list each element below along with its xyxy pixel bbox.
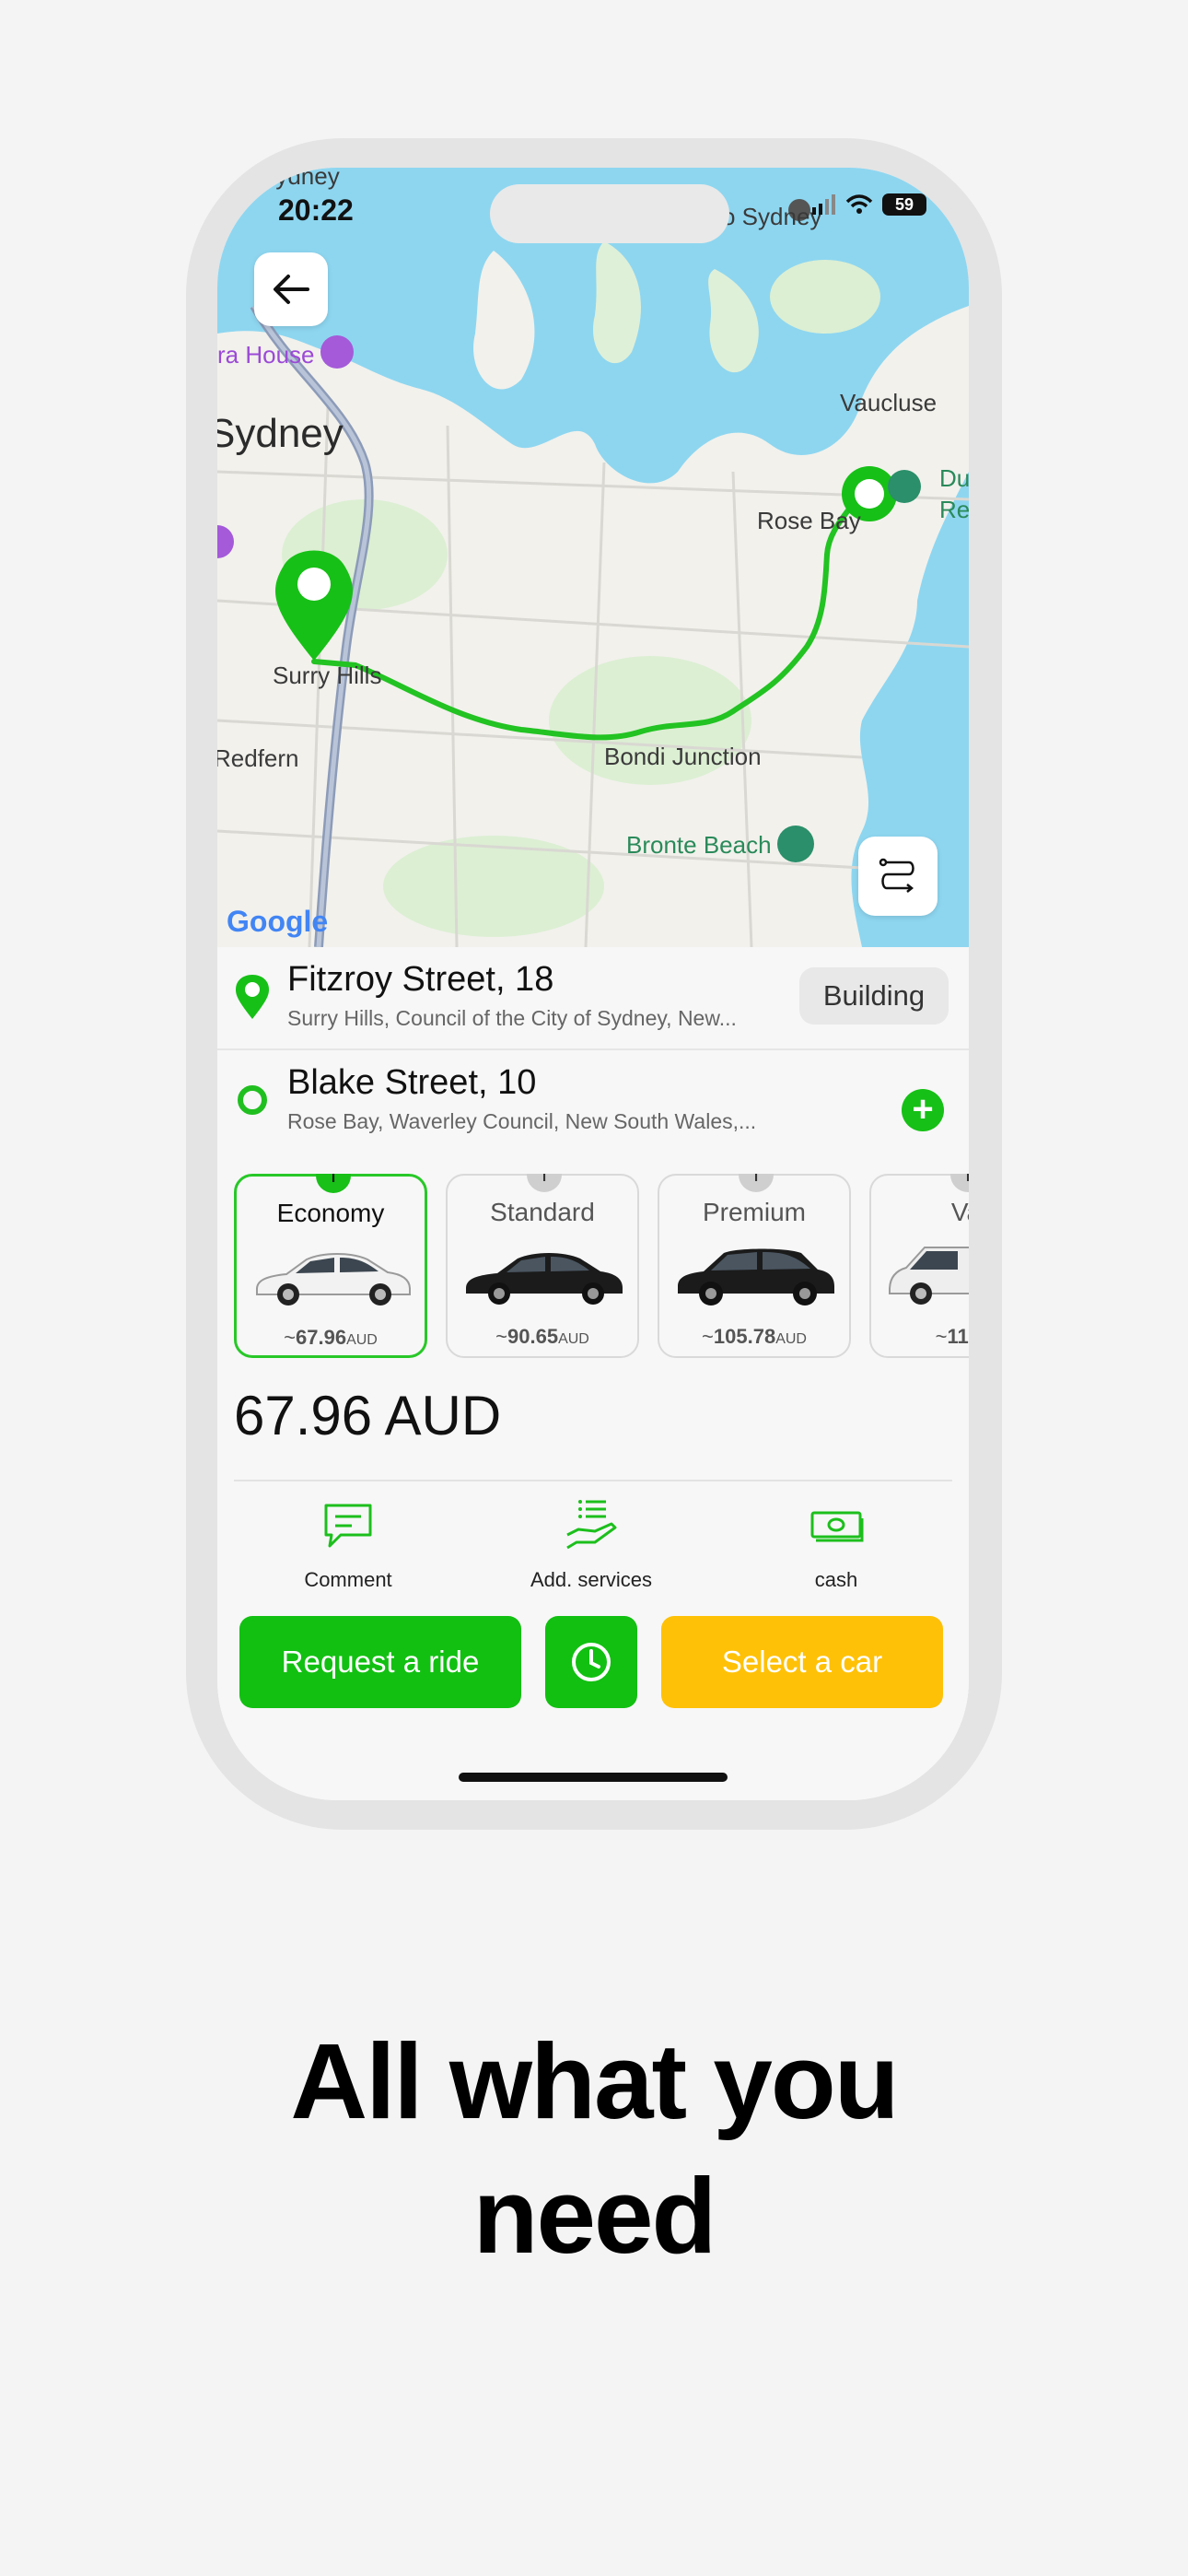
route-button[interactable]	[858, 837, 938, 916]
info-icon[interactable]: i	[527, 1174, 562, 1192]
headline-line-1: All what you	[290, 2021, 899, 2141]
info-icon[interactable]: i	[950, 1174, 969, 1192]
destination-address-title: Blake Street, 10	[287, 1063, 537, 1102]
car-name: Premium	[702, 1198, 806, 1226]
comment-label: Comment	[304, 1568, 392, 1591]
map-label-bronte-beach: Bronte Beach	[626, 831, 772, 859]
additional-services-label: Add. services	[530, 1568, 653, 1591]
app-screen: Sydney ra House Sydney Surry Hills Redfe…	[217, 168, 969, 1800]
headline-line-2: need	[472, 2156, 717, 2276]
services-hand-icon	[566, 1500, 617, 1550]
map-label-sydney-top: Sydney	[260, 168, 340, 190]
car-name: Va	[950, 1198, 969, 1226]
map-label-surry-hills: Surry Hills	[273, 662, 382, 689]
building-button[interactable]: Building	[799, 967, 949, 1025]
dynamic-island	[490, 184, 729, 243]
white-van-icon	[889, 1247, 969, 1305]
car-price: ~90.65AUD	[495, 1325, 589, 1348]
map-label-vaucluse: Vaucluse	[840, 389, 938, 416]
map-label-sydney: Sydney	[217, 411, 344, 456]
battery-icon: 59	[882, 193, 926, 216]
map-label-top-right: o Sydney	[722, 203, 822, 230]
clock-icon	[572, 1643, 611, 1681]
map-label-bondi-junction: Bondi Junction	[604, 743, 762, 770]
select-car-button[interactable]: Select a car	[661, 1616, 943, 1708]
map-graphic	[217, 168, 969, 947]
pickup-pin-icon	[236, 975, 269, 1019]
payment-label: cash	[814, 1568, 858, 1591]
destination-ring-icon	[238, 1085, 267, 1115]
car-name: Economy	[276, 1199, 385, 1227]
map-label-rose-bay: Rose Bay	[757, 507, 861, 534]
car-price: ~67.96AUD	[284, 1326, 378, 1349]
wifi-icon	[845, 194, 873, 214]
pickup-address-title: Fitzroy Street, 18	[287, 960, 554, 999]
info-icon[interactable]: i	[316, 1174, 351, 1193]
pickup-address-row[interactable]: Fitzroy Street, 18 Surry Hills, Council …	[217, 947, 969, 1048]
cash-icon	[810, 1511, 864, 1542]
signal-icon	[812, 194, 835, 215]
map-label-re: Re	[939, 496, 969, 523]
additional-services-option[interactable]: Add. services	[499, 1498, 683, 1599]
destination-address-row[interactable]: Blake Street, 10 Rose Bay, Waverley Coun…	[217, 1048, 969, 1150]
map-label-opera-house: ra House	[217, 341, 315, 369]
pickup-address-subtitle: Surry Hills, Council of the City of Sydn…	[287, 1006, 737, 1030]
destination-address-subtitle: Rose Bay, Waverley Council, New South Wa…	[287, 1109, 757, 1133]
car-card-economy[interactable]: i Economy ~67.96AUD	[234, 1174, 427, 1358]
black-suv-icon	[678, 1248, 834, 1306]
comment-icon	[324, 1504, 372, 1548]
home-indicator[interactable]	[459, 1773, 728, 1782]
payment-option[interactable]: cash	[744, 1498, 928, 1599]
map-view[interactable]: Sydney ra House Sydney Surry Hills Redfe…	[217, 168, 969, 947]
car-price: ~110.7	[935, 1325, 969, 1348]
route-icon	[879, 858, 914, 893]
status-icons: 59	[812, 193, 926, 216]
car-card-standard[interactable]: i Standard ~90.65AUD	[446, 1174, 639, 1358]
comment-option[interactable]: Comment	[256, 1498, 440, 1599]
schedule-button[interactable]	[545, 1616, 637, 1708]
divider	[234, 1480, 952, 1481]
google-logo-text: Google	[227, 905, 329, 938]
map-label-du: Du	[939, 464, 969, 492]
google-logo: Google	[227, 905, 328, 939]
promo-headline: All what you need	[0, 2014, 1188, 2283]
map-label-redfern: Redfern	[217, 744, 299, 772]
add-stop-button[interactable]: +	[902, 1089, 944, 1131]
black-sedan-icon	[466, 1253, 623, 1305]
back-button[interactable]	[254, 252, 328, 326]
white-sedan-icon	[256, 1253, 411, 1306]
total-price: 67.96 AUD	[234, 1385, 502, 1446]
car-class-list[interactable]: i Economy ~67.96AUD i Standard ~90.65AUD…	[234, 1174, 969, 1358]
car-card-premium[interactable]: i Premium ~105.78AUD	[658, 1174, 851, 1358]
arrow-left-icon	[274, 275, 309, 304]
car-name: Standard	[490, 1198, 595, 1226]
car-card-van[interactable]: i Va ~110.7	[869, 1174, 969, 1358]
request-ride-button[interactable]: Request a ride	[239, 1616, 521, 1708]
bottom-sheet: Fitzroy Street, 18 Surry Hills, Council …	[217, 947, 969, 1800]
car-price: ~105.78AUD	[702, 1325, 807, 1348]
status-time: 20:22	[278, 193, 354, 227]
info-icon[interactable]: i	[739, 1174, 774, 1192]
